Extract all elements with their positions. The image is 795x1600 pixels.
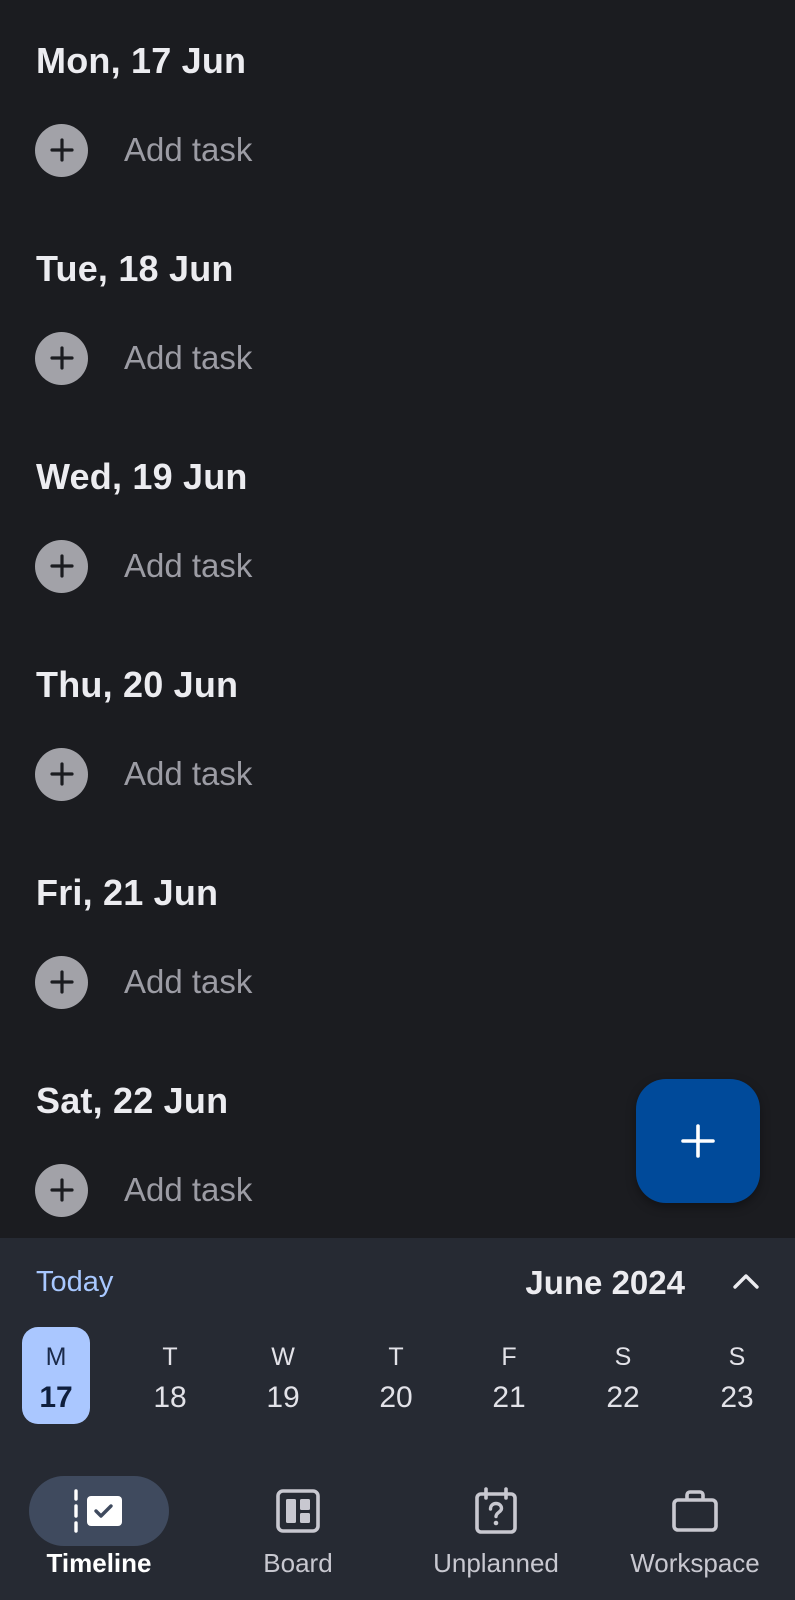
weekday-label: S [728, 1343, 746, 1371]
nav-label: Unplanned [433, 1548, 559, 1578]
day-heading: Sat, 22 Jun [36, 1080, 229, 1121]
calendar-day[interactable]: W 19 [249, 1327, 317, 1424]
timeline-list[interactable]: Mon, 17 Jun Add task Tue, 18 Jun Add tas… [0, 0, 795, 1238]
weekday-label: W [271, 1343, 295, 1371]
day-section: Mon, 17 Jun Add task [0, 0, 795, 208]
add-task-button[interactable]: Add task [35, 747, 252, 801]
nav-tab-board[interactable]: Board [208, 1476, 388, 1592]
nav-icon-wrap [426, 1476, 566, 1546]
add-task-button[interactable]: Add task [35, 123, 252, 177]
add-task-fab[interactable] [636, 1079, 760, 1203]
plus-icon [681, 1124, 715, 1158]
bottom-navigation: Timeline Board Unplanned Workspace [0, 1462, 795, 1600]
nav-label: Workspace [630, 1548, 760, 1578]
nav-active-indicator [29, 1476, 169, 1546]
add-task-label: Add task [124, 1171, 253, 1208]
plus-icon [35, 539, 88, 593]
weekday-label: M [45, 1343, 67, 1371]
board-icon [276, 1489, 320, 1533]
app-root: Mon, 17 Jun Add task Tue, 18 Jun Add tas… [0, 0, 795, 1600]
date-number: 18 [153, 1381, 187, 1414]
date-number: 17 [39, 1381, 73, 1414]
weekday-label: T [162, 1343, 178, 1371]
date-number: 19 [266, 1381, 300, 1414]
plus-icon [35, 123, 88, 177]
calendar-day[interactable]: S 22 [589, 1327, 657, 1424]
unplanned-icon [475, 1487, 517, 1534]
day-heading: Mon, 17 Jun [36, 40, 247, 81]
calendar-day[interactable]: T 18 [136, 1327, 204, 1424]
plus-icon [35, 955, 88, 1009]
day-section: Wed, 19 Jun Add task [0, 416, 795, 624]
calendar-day[interactable]: T 20 [362, 1327, 430, 1424]
plus-icon [35, 1163, 88, 1217]
calendar-day[interactable]: S 23 [703, 1327, 771, 1424]
add-task-label: Add task [124, 547, 253, 584]
day-section: Thu, 20 Jun Add task [0, 624, 795, 832]
month-label: June 2024 [525, 1264, 685, 1301]
add-task-button[interactable]: Add task [35, 539, 252, 593]
day-heading: Fri, 21 Jun [36, 872, 219, 913]
weekday-label: T [388, 1343, 404, 1371]
add-task-label: Add task [124, 755, 253, 792]
chevron-up-icon [733, 1274, 759, 1289]
date-number: 21 [492, 1381, 526, 1414]
week-calendar: Today June 2024 M 17 T 18 W 19 T 20 F 21… [0, 1238, 795, 1462]
add-task-label: Add task [124, 339, 253, 376]
nav-label: Timeline [46, 1548, 152, 1578]
weekday-label: F [501, 1343, 517, 1371]
plus-icon [35, 747, 88, 801]
day-heading: Tue, 18 Jun [36, 248, 234, 289]
add-task-button[interactable]: Add task [35, 331, 252, 385]
briefcase-icon [672, 1490, 718, 1532]
add-task-button[interactable]: Add task [35, 955, 252, 1009]
nav-tab-unplanned[interactable]: Unplanned [406, 1476, 586, 1592]
today-button[interactable]: Today [36, 1266, 113, 1299]
nav-label: Board [263, 1548, 333, 1578]
day-section: Tue, 18 Jun Add task [0, 208, 795, 416]
date-number: 23 [720, 1381, 754, 1414]
nav-icon-wrap [228, 1476, 368, 1546]
day-section: Fri, 21 Jun Add task [0, 832, 795, 1040]
weekday-label: S [614, 1343, 632, 1371]
nav-icon-wrap [625, 1476, 765, 1546]
add-task-button[interactable]: Add task [35, 1163, 252, 1217]
nav-tab-workspace[interactable]: Workspace [605, 1476, 785, 1592]
collapse-calendar-button[interactable] [723, 1258, 769, 1304]
calendar-day-selected[interactable]: M 17 [22, 1327, 90, 1424]
timeline-icon [74, 1489, 122, 1533]
day-heading: Thu, 20 Jun [36, 664, 239, 705]
nav-tab-timeline[interactable]: Timeline [9, 1476, 189, 1592]
plus-icon [35, 331, 88, 385]
date-number: 22 [606, 1381, 640, 1414]
calendar-day[interactable]: F 21 [475, 1327, 543, 1424]
date-number: 20 [379, 1381, 413, 1414]
add-task-label: Add task [124, 131, 253, 168]
day-heading: Wed, 19 Jun [36, 456, 248, 497]
add-task-label: Add task [124, 963, 253, 1000]
